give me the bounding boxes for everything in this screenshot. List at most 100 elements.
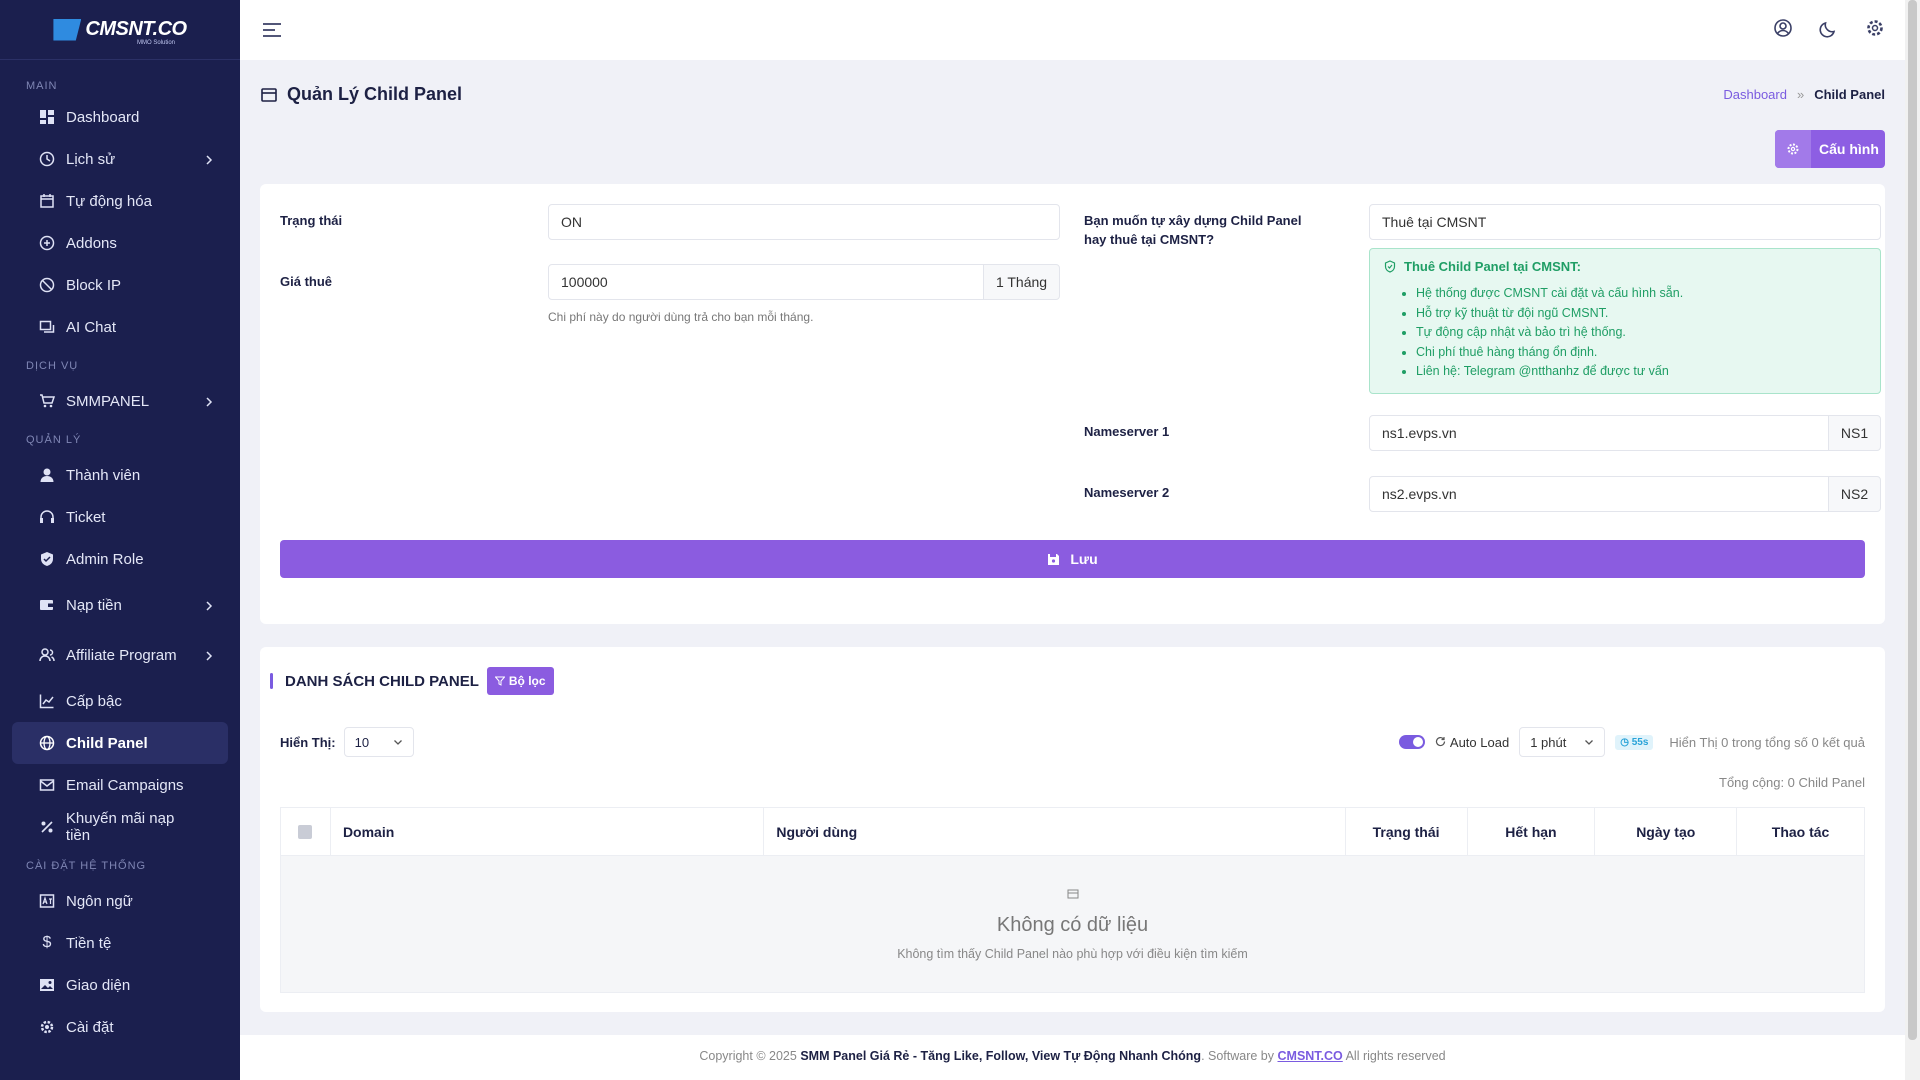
- logo-icon: [53, 18, 82, 41]
- sidebar-item-label: Affiliate Program: [66, 646, 177, 664]
- sidebar-item-ai-chat[interactable]: AI Chat: [12, 306, 228, 348]
- price-label: Giá thuê: [280, 274, 333, 289]
- result-info: Hiển Thị 0 trong tổng số 0 kết quả: [1669, 734, 1865, 750]
- status-label: Trạng thái: [280, 213, 343, 228]
- sidebar-item-language[interactable]: Ngôn ngữ: [12, 880, 228, 922]
- nameserver1-input[interactable]: ns1.evps.vn: [1369, 415, 1829, 451]
- sidebar-item-smmpanel[interactable]: SMMPANEL: [12, 380, 228, 422]
- gear-icon: [1775, 130, 1811, 168]
- page-size-select[interactable]: 10: [343, 727, 414, 757]
- price-unit-addon: 1 Tháng: [983, 264, 1060, 300]
- sidebar-item-label: Block IP: [66, 276, 122, 294]
- sidebar-item-label: Ticket: [66, 508, 106, 526]
- nav-section-main: MAIN: [26, 80, 58, 92]
- empty-box-icon: [1067, 889, 1078, 898]
- col-created[interactable]: Ngày tạo: [1595, 808, 1738, 855]
- scrollbar-thumb[interactable]: [1908, 0, 1917, 1040]
- nameserver2-input[interactable]: ns2.evps.vn: [1369, 476, 1829, 512]
- save-button-label: Lưu: [1070, 551, 1098, 567]
- sidebar-item-ticket[interactable]: Ticket: [12, 496, 228, 538]
- sidebar-item-affiliate[interactable]: Affiliate Program: [12, 634, 228, 676]
- sidebar-item-theme[interactable]: Giao diện: [12, 964, 228, 1006]
- percent-icon: [38, 818, 56, 836]
- filter-button[interactable]: Bộ lọc: [486, 667, 554, 695]
- mode-label: Bạn muốn tự xây dựng Child Panel hay thu…: [1084, 213, 1302, 247]
- sidebar-item-email-campaigns[interactable]: Email Campaigns: [12, 764, 228, 806]
- globe-icon: [38, 734, 56, 752]
- sidebar-item-automation[interactable]: Tự động hóa: [12, 180, 228, 222]
- logo[interactable]: CMSNT.CO MMO Solution: [0, 0, 240, 60]
- title-accent-bar: [270, 673, 273, 689]
- info-item: Liên hệ: Telegram @ntthanhz để được tư v…: [1416, 362, 1866, 382]
- chevron-right-icon: [204, 648, 214, 665]
- logo-subtitle: MMO Solution: [137, 40, 176, 46]
- breadcrumb-home[interactable]: Dashboard: [1723, 87, 1787, 102]
- gear-icon[interactable]: [1865, 18, 1885, 41]
- dashboard-icon: [38, 108, 56, 126]
- total-count: Tổng cộng: 0 Child Panel: [1719, 775, 1865, 790]
- save-button[interactable]: Lưu: [280, 540, 1865, 578]
- hamburger-icon: [263, 23, 281, 37]
- countdown-badge: ◷ 55s: [1615, 734, 1654, 750]
- block-icon: [38, 276, 56, 294]
- breadcrumb: Dashboard » Child Panel: [1723, 87, 1885, 102]
- sidebar-item-label: Lịch sử: [66, 150, 116, 168]
- sidebar-item-admin-role[interactable]: Admin Role: [12, 538, 228, 580]
- config-button[interactable]: Cấu hình: [1775, 130, 1885, 168]
- sidebar-item-label: Email Campaigns: [66, 776, 184, 794]
- sidebar-item-levels[interactable]: Cấp bậc: [12, 680, 228, 722]
- info-title-text: Thuê Child Panel tại CMSNT:: [1404, 259, 1581, 274]
- show-label: Hiển Thị:: [280, 734, 336, 750]
- sidebar-item-addons[interactable]: Addons: [12, 222, 228, 264]
- nav-section-services: DỊCH VỤ: [26, 360, 79, 372]
- select-all-checkbox[interactable]: [298, 824, 313, 839]
- menu-toggle-button[interactable]: [260, 18, 284, 42]
- info-item: Chi phí thuê hàng tháng ổn định.: [1416, 343, 1866, 363]
- sidebar-item-dashboard[interactable]: Dashboard: [12, 96, 228, 138]
- price-input[interactable]: 100000: [548, 264, 984, 300]
- sidebar-item-label: Child Panel: [66, 734, 148, 752]
- sidebar-item-deposit[interactable]: Nạp tiền: [12, 584, 228, 626]
- cart-icon: [38, 392, 56, 410]
- sidebar-item-members[interactable]: Thành viên: [12, 454, 228, 496]
- col-domain[interactable]: Domain: [331, 808, 765, 855]
- logo-mark: CMSNT.CO: [53, 18, 187, 41]
- col-status[interactable]: Trạng thái: [1346, 808, 1468, 855]
- autoload-toggle[interactable]: [1398, 735, 1425, 749]
- col-user[interactable]: Người dùng: [764, 808, 1346, 855]
- child-panel-list-card: DANH SÁCH CHILD PANEL Bộ lọc Hiển Thị: 1…: [260, 647, 1885, 1012]
- user-circle-icon[interactable]: [1773, 18, 1793, 41]
- sidebar-item-currency[interactable]: $ Tiền tệ: [12, 922, 228, 964]
- sidebar-item-history[interactable]: Lịch sử: [12, 138, 228, 180]
- sidebar-item-label: AI Chat: [66, 318, 117, 336]
- sidebar-item-settings[interactable]: Cài đặt: [12, 1006, 228, 1048]
- chevron-down-icon: [393, 740, 402, 745]
- nameserver1-tag: NS1: [1828, 415, 1881, 451]
- save-icon: [1048, 553, 1060, 565]
- sidebar-item-label: Thành viên: [66, 466, 141, 484]
- list-title: DANH SÁCH CHILD PANEL: [285, 672, 479, 690]
- footer-site-name: SMM Panel Giá Rẻ - Tăng Like, Follow, Vi…: [800, 1049, 1202, 1063]
- calendar-icon: [38, 192, 56, 210]
- refresh-icon: [1435, 735, 1446, 750]
- chart-icon: [38, 692, 56, 710]
- footer-rights: All rights reserved: [1345, 1049, 1446, 1063]
- footer-brand-link[interactable]: CMSNT.CO: [1278, 1049, 1343, 1063]
- interval-select[interactable]: 1 phút: [1519, 727, 1606, 757]
- sidebar-item-child-panel[interactable]: Child Panel: [12, 722, 228, 764]
- moon-icon[interactable]: [1819, 18, 1839, 41]
- scrollbar[interactable]: [1905, 0, 1920, 1080]
- main-content: Quản Lý Child Panel Dashboard » Child Pa…: [240, 60, 1905, 1080]
- status-select[interactable]: ON: [548, 204, 1060, 240]
- rent-info-box: Thuê Child Panel tại CMSNT: Hệ thống đượ…: [1369, 248, 1881, 394]
- breadcrumb-current: Child Panel: [1814, 87, 1885, 102]
- empty-subtitle: Không tìm thấy Child Panel nào phù hợp v…: [897, 946, 1248, 961]
- interval-value: 1 phút: [1530, 734, 1567, 750]
- nav-section-management: QUẢN LÝ: [26, 434, 82, 446]
- sidebar-item-promotion[interactable]: Khuyến mãi nạp tiền: [12, 806, 228, 848]
- shield-icon: [38, 550, 56, 568]
- col-expires[interactable]: Hết hạn: [1468, 808, 1596, 855]
- sidebar-item-block-ip[interactable]: Block IP: [12, 264, 228, 306]
- mode-select[interactable]: Thuê tại CMSNT: [1369, 204, 1881, 240]
- footer: Copyright © 2025 SMM Panel Giá Rẻ - Tăng…: [240, 1035, 1905, 1080]
